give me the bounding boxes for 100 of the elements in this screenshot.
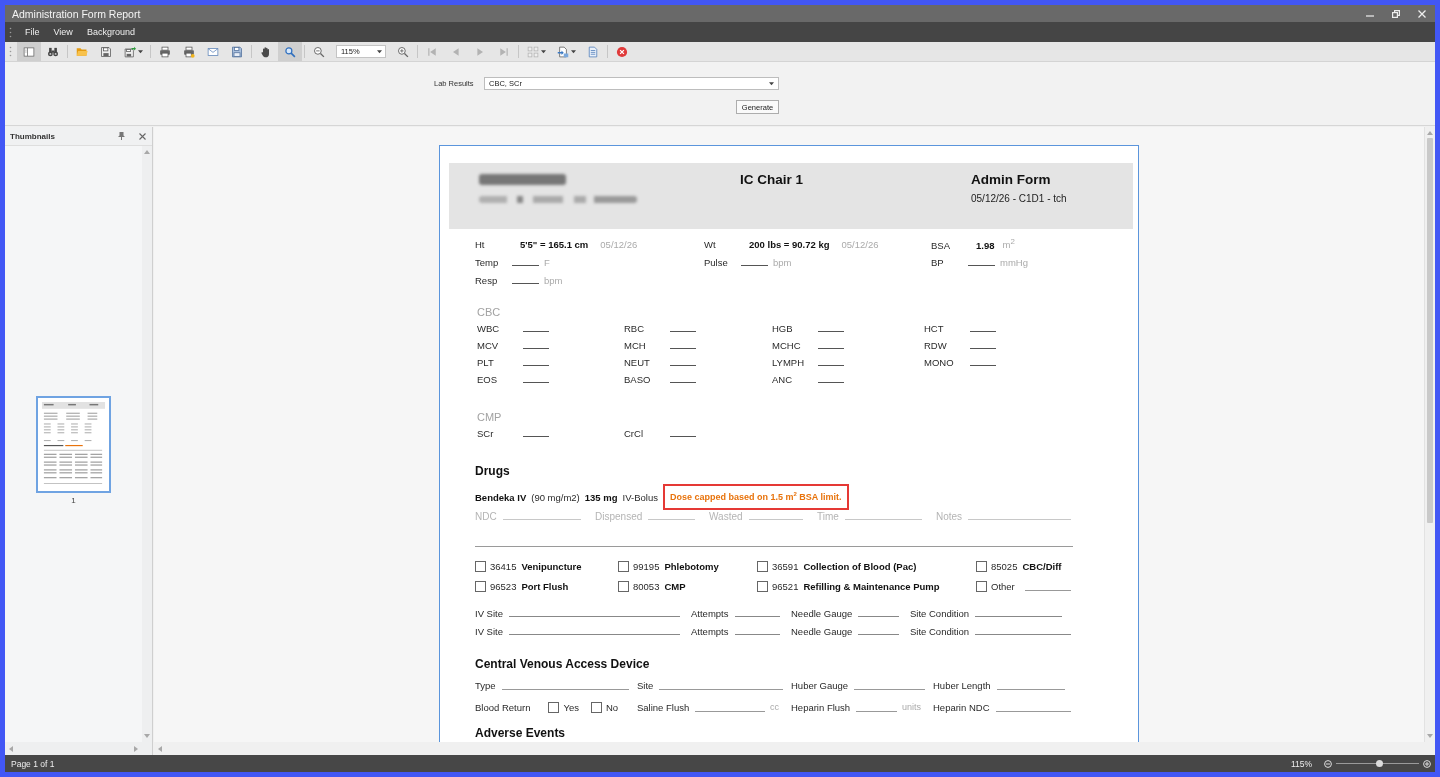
caret-icon[interactable]: [377, 49, 382, 54]
horizontal-scrollbar[interactable]: [5, 742, 152, 755]
vital-label: Resp: [475, 274, 499, 286]
magnifier-icon[interactable]: [284, 45, 296, 58]
vertical-scrollbar[interactable]: [142, 146, 152, 742]
menu-item[interactable]: Background: [79, 24, 142, 40]
section-heading: Adverse Events: [475, 725, 566, 741]
lab-test-label: HCT: [924, 323, 945, 334]
field-label: Site: [637, 679, 654, 691]
checkbox[interactable]: [757, 581, 768, 592]
lab-test-label: CrCl: [624, 428, 644, 439]
caret-icon[interactable]: [137, 49, 143, 54]
envelope-icon[interactable]: [207, 45, 219, 58]
scroll-down-icon[interactable]: [144, 734, 150, 738]
magnifier-button[interactable]: [278, 42, 302, 61]
field-label: Huber Length: [933, 679, 991, 691]
pin-icon[interactable]: [118, 132, 125, 140]
lab-test-label: WBC: [477, 323, 501, 334]
vital-value: 1.98: [976, 239, 995, 251]
field-label: Attempts: [691, 626, 729, 637]
field-label: Heparin NDC: [933, 701, 990, 713]
zoom-out-icon[interactable]: [1324, 759, 1332, 768]
zoom-in-icon[interactable]: [1423, 759, 1431, 768]
unit-label: F: [544, 256, 550, 268]
form-title: Admin Form: [971, 171, 1051, 188]
dose-rate: (90 mg/m2): [531, 491, 580, 503]
lab-test-label: PLT: [477, 357, 495, 368]
panel-layout-icon[interactable]: [23, 45, 35, 58]
field-label: Time: [817, 510, 839, 522]
panel-toggle-button[interactable]: [17, 42, 41, 61]
checkbox[interactable]: [618, 561, 629, 572]
checkbox[interactable]: [548, 701, 560, 713]
lab-panel-heading: CBC: [477, 305, 501, 320]
checkbox[interactable]: [475, 561, 486, 572]
page-thumbnail[interactable]: [36, 395, 111, 493]
caret-icon[interactable]: [769, 81, 774, 86]
field-label: Type: [475, 679, 496, 691]
procedure-name: Phlebotomy: [664, 561, 719, 572]
printer-icon[interactable]: [183, 45, 195, 58]
vital-label: BP: [931, 256, 945, 268]
section-heading: Drugs: [475, 463, 510, 479]
scroll-left-icon[interactable]: [9, 745, 13, 752]
field-label: Site Condition: [910, 608, 970, 619]
restore-icon[interactable]: [1392, 9, 1400, 18]
procedure-code: 80053: [633, 581, 660, 592]
procedure-name: Venipuncture: [521, 561, 582, 572]
printer-icon[interactable]: [159, 45, 171, 58]
checkbox[interactable]: [618, 581, 629, 592]
document-icon[interactable]: [587, 45, 599, 58]
drug-route: IV-Bolus: [622, 491, 658, 503]
option-label: No: [605, 701, 619, 713]
field-label: Huber Gauge: [791, 679, 849, 691]
field-label: Attempts: [691, 608, 729, 619]
procedure-name: Refilling & Maintenance Pump: [803, 581, 940, 592]
hand-icon[interactable]: [260, 45, 272, 58]
lab-test-label: EOS: [477, 374, 499, 385]
close-icon[interactable]: [616, 45, 628, 58]
vital-label: Ht: [475, 238, 486, 250]
drug-name: Bendeka IV: [475, 491, 527, 503]
vertical-scrollbar[interactable]: [1424, 127, 1435, 742]
zoom-out-icon[interactable]: [313, 45, 325, 58]
zoom-in-icon[interactable]: [397, 45, 409, 58]
lab-test-label: MCHC: [772, 340, 802, 351]
field-label: Heparin Flush: [791, 701, 851, 713]
scrollbar-thumb[interactable]: [1427, 138, 1433, 523]
menu-item[interactable]: View: [46, 24, 80, 40]
field-label: IV Site: [475, 608, 503, 619]
measured-date: 05/12/26: [600, 238, 638, 250]
checkbox[interactable]: [590, 701, 602, 713]
checkbox[interactable]: [475, 581, 486, 592]
scroll-down-icon[interactable]: [1427, 734, 1433, 738]
page-export-icon[interactable]: [556, 45, 569, 58]
procedure-name: CBC/Diff: [1022, 561, 1062, 572]
menu-item[interactable]: File: [18, 24, 47, 40]
checkbox[interactable]: [976, 581, 987, 592]
vital-label: BSA: [931, 239, 951, 251]
procedure-name: Port Flush: [521, 581, 569, 592]
checkbox[interactable]: [757, 561, 768, 572]
scroll-up-icon[interactable]: [1427, 131, 1433, 135]
scroll-left-icon[interactable]: [158, 745, 162, 752]
lab-test-label: ANC: [772, 374, 794, 385]
scroll-right-icon[interactable]: [134, 745, 138, 752]
field-label: Blood Return: [475, 701, 531, 713]
lab-test-label: BASO: [624, 374, 652, 385]
vital-value: 200 lbs = 90.72 kg: [749, 238, 830, 250]
scroll-up-icon[interactable]: [144, 150, 150, 154]
binoculars-icon[interactable]: [47, 45, 59, 58]
slider-thumb[interactable]: [1375, 760, 1383, 767]
checkbox[interactable]: [976, 561, 987, 572]
caret-icon[interactable]: [570, 49, 576, 54]
vital-label: Temp: [475, 256, 500, 268]
procedure-code: 36591: [772, 561, 799, 572]
unit-label: units: [902, 702, 921, 712]
procedure-code: 99195: [633, 561, 660, 572]
floppy-arrow-icon[interactable]: [123, 45, 136, 58]
window-title: Administration Form Report: [12, 7, 141, 20]
procedure-code: 96521: [772, 581, 799, 592]
field-label: Needle Gauge: [791, 608, 853, 619]
lab-test-label: SCr: [477, 428, 495, 439]
close-icon[interactable]: [139, 132, 146, 140]
